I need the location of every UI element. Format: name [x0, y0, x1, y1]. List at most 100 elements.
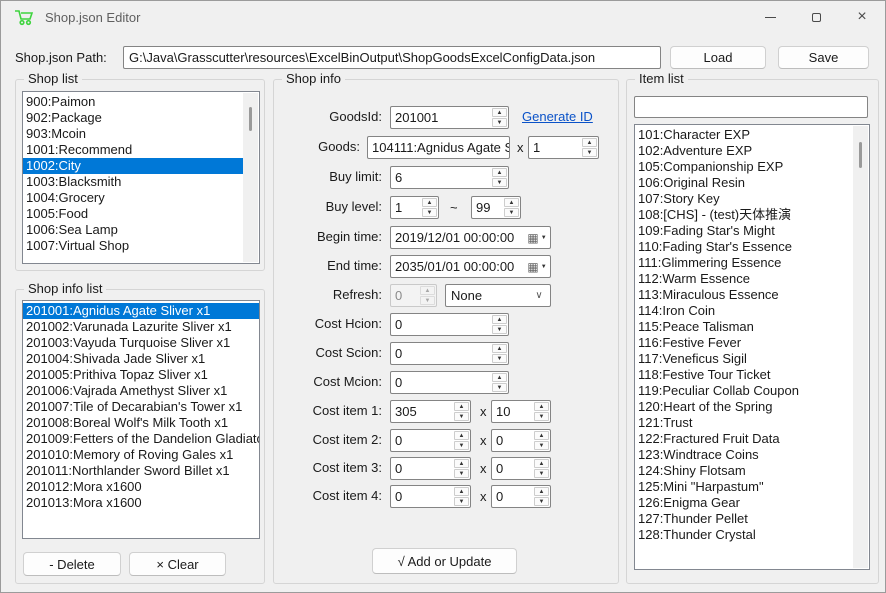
spin-up-icon[interactable]: ▲ [454, 487, 469, 496]
shop-list-item[interactable]: 1001:Recommend [23, 142, 243, 158]
shop-list-item[interactable]: 1004:Grocery [23, 190, 243, 206]
item-list-item[interactable]: 101:Character EXP [635, 127, 853, 143]
shop-list-item[interactable]: 1007:Virtual Shop [23, 238, 243, 254]
goods-input[interactable]: 104111:Agnidus Agate Sliver [367, 136, 510, 159]
cost-item-4-id-value[interactable]: 0 [391, 486, 453, 507]
spin-down-icon[interactable]: ▼ [454, 497, 469, 506]
shop-list-item[interactable]: 1003:Blacksmith [23, 174, 243, 190]
spin-up-icon[interactable]: ▲ [454, 459, 469, 468]
spin-up-icon[interactable]: ▲ [492, 344, 507, 353]
cost-item-1-id-spinner[interactable]: 305 ▲▼ [390, 400, 471, 423]
shop-list-item[interactable]: 1006:Sea Lamp [23, 222, 243, 238]
spin-up-icon[interactable]: ▲ [504, 198, 519, 207]
spin-up-icon[interactable]: ▲ [454, 431, 469, 440]
shop-info-list-item[interactable]: 201008:Boreal Wolf's Milk Tooth x1 [23, 415, 259, 431]
item-list-item[interactable]: 111:Glimmering Essence [635, 255, 853, 271]
shop-list-scroll-thumb[interactable] [249, 107, 252, 131]
spin-up-icon[interactable]: ▲ [582, 138, 597, 147]
begin-time-value[interactable]: 2019/12/01 00:00:00 [391, 230, 524, 245]
item-list-item[interactable]: 108:[CHS] - (test)天体推演 [635, 207, 853, 223]
shop-info-list-item[interactable]: 201006:Vajrada Amethyst Sliver x1 [23, 383, 259, 399]
begin-time-picker[interactable]: 2019/12/01 00:00:00 ▦▼ [390, 226, 551, 249]
item-list-item[interactable]: 120:Heart of the Spring [635, 399, 853, 415]
item-list-scroll-thumb[interactable] [859, 142, 862, 168]
cost-hcion-value[interactable]: 0 [391, 314, 491, 335]
item-list-item[interactable]: 122:Fractured Fruit Data [635, 431, 853, 447]
minimize-button[interactable] [747, 1, 793, 33]
cost-item-2-id-spinner[interactable]: 0 ▲▼ [390, 429, 471, 452]
item-list-item[interactable]: 124:Shiny Flotsam [635, 463, 853, 479]
item-list-item[interactable]: 119:Peculiar Collab Coupon [635, 383, 853, 399]
spin-up-icon[interactable]: ▲ [422, 198, 437, 207]
item-list-item[interactable]: 106:Original Resin [635, 175, 853, 191]
cost-item-2-id-value[interactable]: 0 [391, 430, 453, 451]
cost-item-1-count-spinner[interactable]: 10 ▲▼ [491, 400, 551, 423]
cost-mcion-spinner[interactable]: 0 ▲▼ [390, 371, 509, 394]
shop-info-list-item[interactable]: 201010:Memory of Roving Gales x1 [23, 447, 259, 463]
refresh-mode-value[interactable]: None [446, 288, 528, 303]
item-list-item[interactable]: 112:Warm Essence [635, 271, 853, 287]
save-button[interactable]: Save [778, 46, 869, 69]
goods-count-spinner[interactable]: 1 ▲▼ [528, 136, 599, 159]
spin-up-icon[interactable]: ▲ [492, 168, 507, 177]
shop-list-item[interactable]: 900:Paimon [23, 94, 243, 110]
maximize-button[interactable] [793, 1, 839, 33]
calendar-icon[interactable]: ▦▼ [524, 261, 550, 273]
shop-info-list-item[interactable]: 201012:Mora x1600 [23, 479, 259, 495]
shop-info-list-item[interactable]: 201004:Shivada Jade Sliver x1 [23, 351, 259, 367]
shop-list-item[interactable]: 902:Package [23, 110, 243, 126]
shop-info-list-item[interactable]: 201013:Mora x1600 [23, 495, 259, 511]
shop-info-list-item[interactable]: 201002:Varunada Lazurite Sliver x1 [23, 319, 259, 335]
cost-mcion-value[interactable]: 0 [391, 372, 491, 393]
item-list-item[interactable]: 128:Thunder Crystal [635, 527, 853, 543]
item-list-item[interactable]: 118:Festive Tour Ticket [635, 367, 853, 383]
spin-down-icon[interactable]: ▼ [534, 441, 549, 450]
item-list-item[interactable]: 127:Thunder Pellet [635, 511, 853, 527]
spin-down-icon[interactable]: ▼ [492, 325, 507, 334]
cost-item-1-count-value[interactable]: 10 [492, 401, 533, 422]
item-search-input[interactable] [634, 96, 868, 118]
shop-list-item[interactable]: 903:Mcoin [23, 126, 243, 142]
cost-scion-spinner[interactable]: 0 ▲▼ [390, 342, 509, 365]
add-or-update-button[interactable]: √ Add or Update [372, 548, 517, 574]
item-list-item[interactable]: 123:Windtrace Coins [635, 447, 853, 463]
buy-level-min-spinner[interactable]: 1 ▲▼ [390, 196, 439, 219]
item-list-item[interactable]: 126:Enigma Gear [635, 495, 853, 511]
cost-item-4-id-spinner[interactable]: 0 ▲▼ [390, 485, 471, 508]
spin-down-icon[interactable]: ▼ [492, 118, 507, 127]
cost-item-3-id-spinner[interactable]: 0 ▲▼ [390, 457, 471, 480]
cost-item-1-id-value[interactable]: 305 [391, 401, 453, 422]
item-list-item[interactable]: 115:Peace Talisman [635, 319, 853, 335]
close-button[interactable]: × [839, 1, 885, 33]
spin-down-icon[interactable]: ▼ [454, 441, 469, 450]
cost-item-3-id-value[interactable]: 0 [391, 458, 453, 479]
spin-down-icon[interactable]: ▼ [534, 469, 549, 478]
shop-list-item[interactable]: 1005:Food [23, 206, 243, 222]
end-time-picker[interactable]: 2035/01/01 00:00:00 ▦▼ [390, 255, 551, 278]
end-time-value[interactable]: 2035/01/01 00:00:00 [391, 259, 524, 274]
path-input[interactable]: G:\Java\Grasscutter\resources\ExcelBinOu… [123, 46, 661, 69]
spin-up-icon[interactable]: ▲ [454, 402, 469, 411]
delete-button[interactable]: - Delete [23, 552, 121, 576]
buy-level-min-value[interactable]: 1 [391, 197, 421, 218]
item-list-item[interactable]: 110:Fading Star's Essence [635, 239, 853, 255]
calendar-icon[interactable]: ▦▼ [524, 232, 550, 244]
cost-item-4-count-value[interactable]: 0 [492, 486, 533, 507]
spin-down-icon[interactable]: ▼ [492, 354, 507, 363]
clear-button[interactable]: × Clear [129, 552, 226, 576]
cost-item-4-count-spinner[interactable]: 0 ▲▼ [491, 485, 551, 508]
spin-down-icon[interactable]: ▼ [534, 412, 549, 421]
cost-scion-value[interactable]: 0 [391, 343, 491, 364]
spin-up-icon[interactable]: ▲ [492, 315, 507, 324]
spin-down-icon[interactable]: ▼ [422, 208, 437, 217]
shop-info-list-item[interactable]: 201005:Prithiva Topaz Sliver x1 [23, 367, 259, 383]
cost-hcion-spinner[interactable]: 0 ▲▼ [390, 313, 509, 336]
item-list-item[interactable]: 113:Miraculous Essence [635, 287, 853, 303]
buy-limit-spinner[interactable]: 6 ▲▼ [390, 166, 509, 189]
spin-up-icon[interactable]: ▲ [534, 431, 549, 440]
buy-level-max-value[interactable]: 99 [472, 197, 503, 218]
spin-down-icon[interactable]: ▼ [454, 412, 469, 421]
buy-level-max-spinner[interactable]: 99 ▲▼ [471, 196, 521, 219]
spin-down-icon[interactable]: ▼ [582, 148, 597, 157]
item-list-item[interactable]: 117:Veneficus Sigil [635, 351, 853, 367]
